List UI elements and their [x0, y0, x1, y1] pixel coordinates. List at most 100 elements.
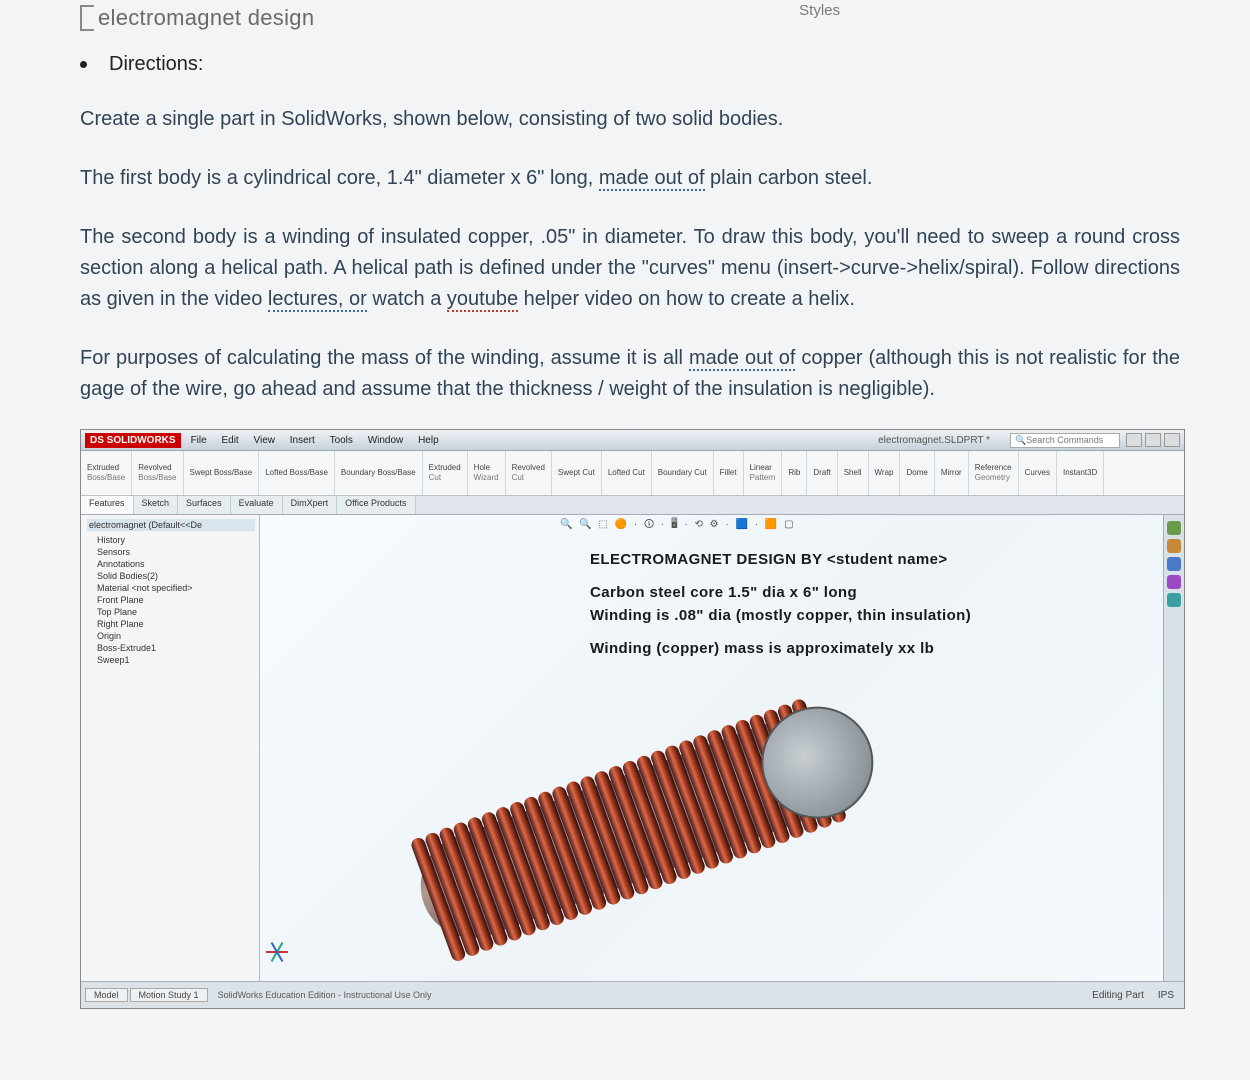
- ribbon-dome[interactable]: Dome: [900, 451, 934, 495]
- tab-model[interactable]: Model: [85, 988, 128, 1002]
- close-icon[interactable]: [1164, 433, 1180, 447]
- taskpane-icon[interactable]: [1167, 557, 1181, 571]
- ribbon-instant3d[interactable]: Instant3D: [1057, 451, 1104, 495]
- tree-item[interactable]: Sensors: [87, 546, 255, 558]
- sw-task-pane[interactable]: [1163, 515, 1184, 991]
- cmdtab-sketch[interactable]: Sketch: [134, 496, 179, 514]
- minimize-icon[interactable]: [1126, 433, 1142, 447]
- taskpane-icon[interactable]: [1167, 539, 1181, 553]
- ribbon-fillet[interactable]: Fillet: [714, 451, 744, 495]
- sw-logo: DS SOLIDWORKS: [85, 433, 181, 448]
- menu-file[interactable]: File: [191, 435, 207, 446]
- search-placeholder: Search Commands: [1026, 435, 1103, 445]
- p3-part-c: helper video on how to create a helix.: [518, 288, 855, 310]
- cmdtab-evaluate[interactable]: Evaluate: [231, 496, 283, 514]
- sw-view-toolbar[interactable]: 🔍 🔍 ⬚ 🟠 · 🛈 · 🖥 · ⟲ ⚙ · 🟦 · 🟧 ▢: [560, 517, 796, 534]
- p4-part-a: For purposes of calculating the mass of …: [80, 347, 689, 369]
- note-title: ELECTROMAGNET DESIGN BY <student name>: [590, 551, 971, 568]
- sw-body: electromagnet (Default<<De HistorySensor…: [81, 515, 1184, 985]
- note-core: Carbon steel core 1.5" dia x 6" long: [590, 584, 971, 601]
- ribbon-swept-cut[interactable]: Swept Cut: [552, 451, 602, 495]
- sw-window-buttons: [1126, 433, 1180, 447]
- sw-bottom-tabs: Model Motion Study 1: [85, 988, 210, 1002]
- ribbon-extruded[interactable]: ExtrudedCut: [423, 451, 468, 495]
- menu-edit[interactable]: Edit: [221, 435, 238, 446]
- paragraph-3: The second body is a winding of insulate…: [80, 222, 1180, 315]
- ribbon-curves[interactable]: Curves: [1019, 451, 1057, 495]
- status-units[interactable]: IPS: [1158, 990, 1174, 1001]
- menu-view[interactable]: View: [253, 435, 275, 446]
- directions-label: Directions:: [109, 53, 203, 76]
- ribbon-linear[interactable]: LinearPattern: [744, 451, 783, 495]
- cmdtab-dimxpert[interactable]: DimXpert: [283, 496, 338, 514]
- menu-help[interactable]: Help: [418, 435, 439, 446]
- page-root: Styles electromagnet design Directions: …: [0, 0, 1250, 1080]
- ribbon-lofted-boss-base[interactable]: Lofted Boss/Base: [259, 451, 335, 495]
- p3-underline-1: lectures, or: [268, 288, 367, 312]
- paragraph-1: Create a single part in SolidWorks, show…: [80, 104, 1180, 135]
- ribbon-lofted-cut[interactable]: Lofted Cut: [602, 451, 652, 495]
- solidworks-window: DS SOLIDWORKS File Edit View Insert Tool…: [80, 429, 1185, 1009]
- bullet-icon: [80, 61, 87, 68]
- sw-search-box[interactable]: 🔍 Search Commands: [1010, 433, 1120, 448]
- document-body: electromagnet design Directions: Create …: [0, 5, 1250, 405]
- sw-document-name: electromagnet.SLDPRT *: [878, 435, 990, 446]
- sw-feature-tree[interactable]: electromagnet (Default<<De HistorySensor…: [81, 515, 260, 985]
- ribbon-boundary-cut[interactable]: Boundary Cut: [652, 451, 714, 495]
- ribbon-shell[interactable]: Shell: [838, 451, 869, 495]
- ribbon-revolved[interactable]: RevolvedBoss/Base: [132, 451, 183, 495]
- taskpane-icon[interactable]: [1167, 521, 1181, 535]
- ribbon-revolved[interactable]: RevolvedCut: [506, 451, 552, 495]
- maximize-icon[interactable]: [1145, 433, 1161, 447]
- tree-item[interactable]: Right Plane: [87, 618, 255, 630]
- tree-item[interactable]: Material <not specified>: [87, 582, 255, 594]
- paragraph-2: The first body is a cylindrical core, 1.…: [80, 163, 1180, 194]
- cmdtab-surfaces[interactable]: Surfaces: [178, 496, 231, 514]
- tree-item[interactable]: Top Plane: [87, 606, 255, 618]
- cmdtab-office-products[interactable]: Office Products: [337, 496, 415, 514]
- document-title-row: electromagnet design: [80, 5, 1180, 31]
- sw-ribbon: ExtrudedBoss/BaseRevolvedBoss/BaseSwept …: [81, 451, 1184, 496]
- tree-item[interactable]: Front Plane: [87, 594, 255, 606]
- ribbon-reference[interactable]: ReferenceGeometry: [969, 451, 1019, 495]
- ribbon-hole[interactable]: HoleWizard: [468, 451, 506, 495]
- menu-window[interactable]: Window: [368, 435, 404, 446]
- menu-insert[interactable]: Insert: [290, 435, 315, 446]
- tree-item[interactable]: History: [87, 534, 255, 546]
- p3-underline-2: youtube: [447, 288, 518, 312]
- ribbon-swept-boss-base[interactable]: Swept Boss/Base: [184, 451, 260, 495]
- ribbon-wrap[interactable]: Wrap: [869, 451, 901, 495]
- sw-graphics-area[interactable]: 🔍 🔍 ⬚ 🟠 · 🛈 · 🖥 · ⟲ ⚙ · 🟦 · 🟧 ▢ ELECTROM…: [260, 515, 1184, 985]
- search-icon: 🔍: [1015, 435, 1026, 446]
- menu-tools[interactable]: Tools: [330, 435, 353, 446]
- tree-item[interactable]: Boss-Extrude1: [87, 642, 255, 654]
- sw-status-bar: Model Motion Study 1 SolidWorks Educatio…: [81, 981, 1184, 1008]
- document-title: electromagnet design: [98, 5, 314, 31]
- sw-titlebar: DS SOLIDWORKS File Edit View Insert Tool…: [81, 430, 1184, 451]
- ribbon-boundary-boss-base[interactable]: Boundary Boss/Base: [335, 451, 423, 495]
- tree-item[interactable]: Annotations: [87, 558, 255, 570]
- tab-motion-study[interactable]: Motion Study 1: [130, 988, 208, 1002]
- p4-underline: made out of: [689, 347, 795, 371]
- sw-edition-label: SolidWorks Education Edition - Instructi…: [218, 990, 432, 1000]
- ribbon-draft[interactable]: Draft: [807, 451, 837, 495]
- status-editing: Editing Part: [1092, 990, 1144, 1001]
- tree-item[interactable]: Solid Bodies(2): [87, 570, 255, 582]
- taskpane-icon[interactable]: [1167, 593, 1181, 607]
- taskpane-icon[interactable]: [1167, 575, 1181, 589]
- sw-menubar: File Edit View Insert Tools Window Help: [185, 435, 445, 446]
- p2-part-b: plain carbon steel.: [705, 167, 873, 189]
- ribbon-rib[interactable]: Rib: [782, 451, 807, 495]
- p2-part-a: The first body is a cylindrical core, 1.…: [80, 167, 599, 189]
- paragraph-marker-icon: [80, 5, 94, 31]
- ribbon-styles-label: Styles: [799, 2, 840, 19]
- tree-root[interactable]: electromagnet (Default<<De: [87, 519, 255, 531]
- paragraph-4: For purposes of calculating the mass of …: [80, 343, 1180, 405]
- ribbon-mirror[interactable]: Mirror: [935, 451, 969, 495]
- p2-underline: made out of: [599, 167, 705, 191]
- tree-item[interactable]: Origin: [87, 630, 255, 642]
- ribbon-extruded[interactable]: ExtrudedBoss/Base: [81, 451, 132, 495]
- cmdtab-features[interactable]: Features: [81, 496, 134, 514]
- tree-item[interactable]: Sweep1: [87, 654, 255, 666]
- p3-part-b: watch a: [367, 288, 447, 310]
